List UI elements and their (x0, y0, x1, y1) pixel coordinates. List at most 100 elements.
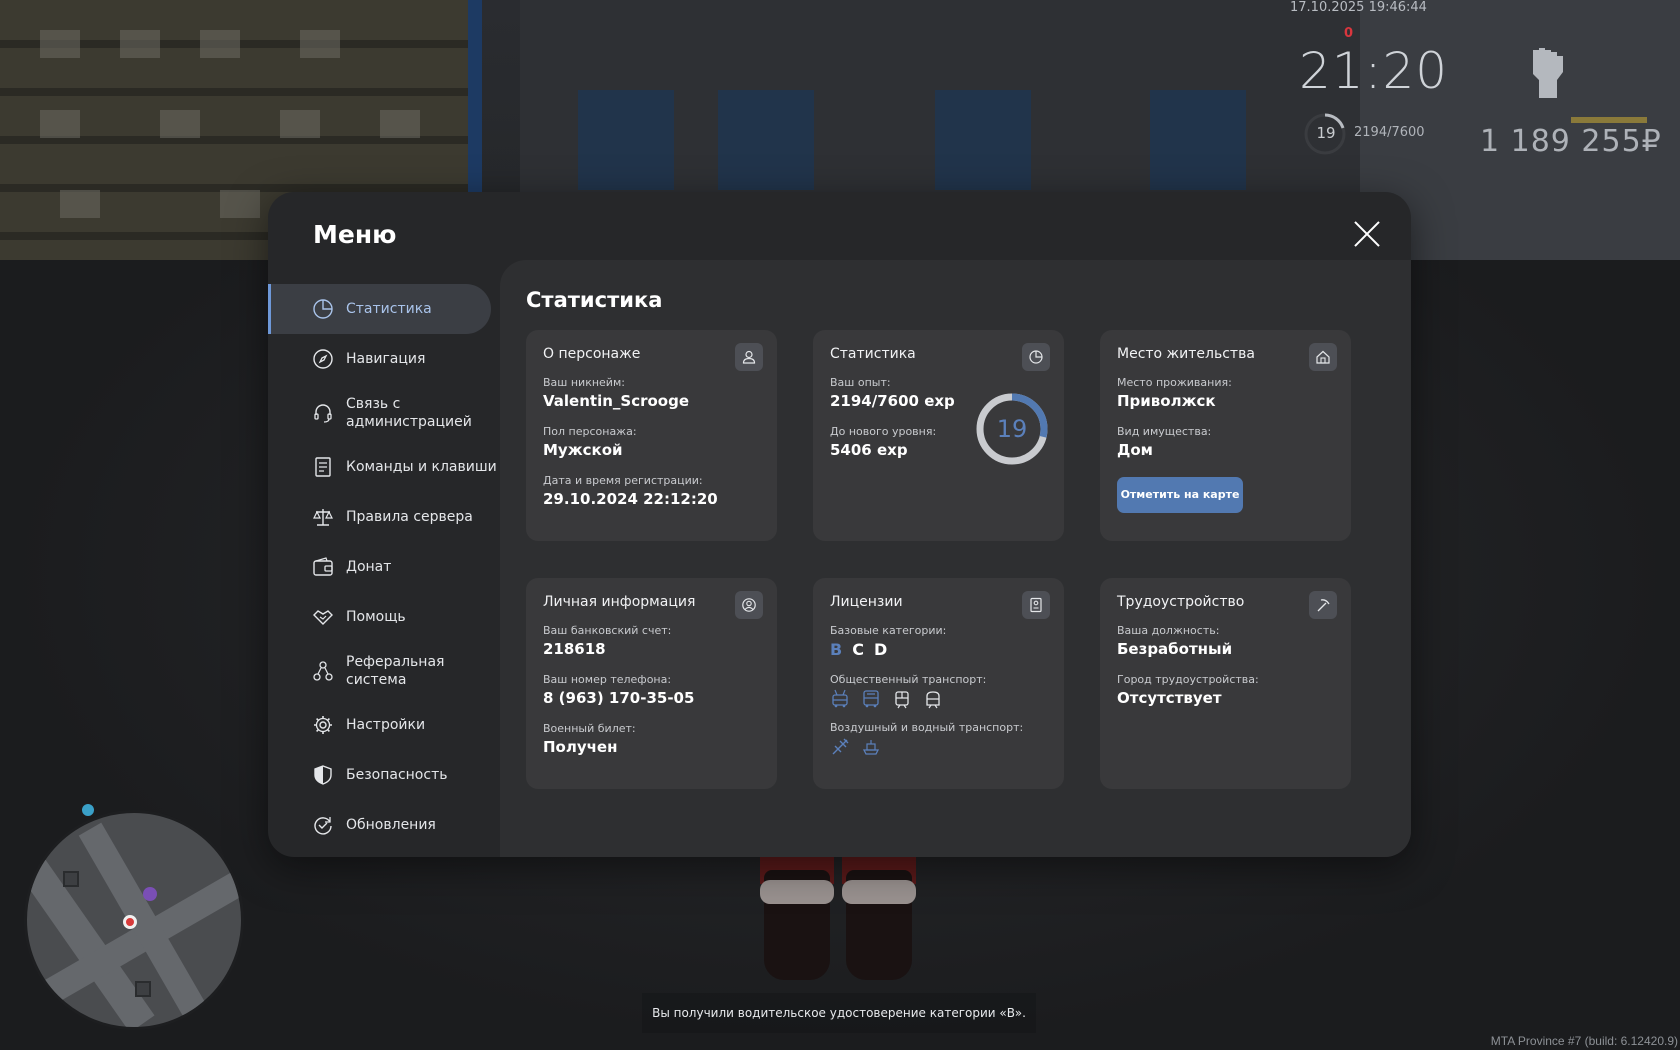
sidebar-item-navigation[interactable]: Навигация (268, 334, 500, 384)
sidebar-item-label: Статистика (346, 301, 432, 317)
user-icon (735, 343, 763, 371)
residence-label: Место проживания: (1117, 376, 1232, 389)
sidebar-item-label: Настройки (346, 717, 426, 733)
document-list-icon (312, 456, 334, 478)
gender-label: Пол персонажа: (543, 425, 637, 438)
license-category-b: B (830, 640, 843, 659)
hud-money-bar (1571, 117, 1647, 123)
phone-label: Ваш номер телефона: (543, 673, 672, 686)
compass-icon (312, 348, 334, 370)
nickname-value: Valentin_Scrooge (543, 392, 690, 410)
referral-nodes-icon (312, 660, 334, 682)
user-circle-icon (735, 591, 763, 619)
licenses-card: Лицензии Базовые категории: B C D Общест… (813, 578, 1064, 789)
hud-alert: 0 (1344, 26, 1354, 41)
job-city-value: Отсутствует (1117, 689, 1222, 707)
card-title: Личная информация (543, 594, 696, 610)
sidebar-item-admin-contact[interactable]: Связь с администрацией (268, 384, 500, 442)
build-info: MTA Province #7 (build: 6.12420.9) (1490, 1034, 1678, 1048)
position-value: Безработный (1117, 640, 1233, 658)
license-categories: B C D (830, 640, 1047, 659)
gear-icon (312, 714, 334, 736)
menu-title: Меню (313, 220, 397, 249)
public-transport-label: Общественный транспорт: (830, 673, 987, 686)
sidebar-item-donate[interactable]: Донат (268, 542, 500, 592)
menu-window: Меню Статистика Навигация Связь с админи… (268, 192, 1411, 857)
pie-chart-icon (312, 298, 334, 320)
sidebar-item-label: Безопасность (346, 767, 448, 783)
handshake-icon (312, 606, 334, 628)
sidebar-item-statistics[interactable]: Статистика (268, 284, 491, 334)
trolleybus-icon (832, 689, 848, 708)
refresh-check-icon (312, 814, 334, 836)
scales-icon (312, 506, 334, 528)
registration-value: 29.10.2024 22:12:20 (543, 490, 718, 508)
employment-card: Трудоустройство Ваша должность: Безработ… (1100, 578, 1351, 789)
wallet-icon (312, 556, 334, 578)
sidebar-item-rules[interactable]: Правила сервера (268, 492, 500, 542)
notification-bar: Вы получили водительское удостоверение к… (642, 993, 1036, 1033)
job-city-label: Город трудоустройства: (1117, 673, 1259, 686)
property-label: Вид имущества: (1117, 425, 1212, 438)
military-label: Военный билет: (543, 722, 636, 735)
card-title: Статистика (830, 346, 916, 362)
level-number: 19 (996, 415, 1028, 443)
sidebar-item-label: Помощь (346, 609, 406, 625)
gender-value: Мужской (543, 441, 623, 459)
hud-level: 19 (1316, 124, 1336, 142)
map-marker-icon (143, 887, 157, 901)
bank-label: Ваш банковский счет: (543, 624, 672, 637)
personal-info-card: Личная информация Ваш банковский счет: 2… (526, 578, 777, 789)
fist-icon (1533, 48, 1563, 98)
pickaxe-icon (1309, 591, 1337, 619)
player-marker-icon (123, 915, 137, 929)
property-value: Дом (1117, 441, 1153, 459)
statistics-card: Статистика Ваш опыт: 2194/7600 exp До но… (813, 330, 1064, 541)
sidebar-item-label: Навигация (346, 351, 426, 367)
close-icon[interactable] (1353, 220, 1381, 248)
tram-icon (895, 691, 909, 709)
shield-icon (312, 764, 334, 786)
sidebar-item-help[interactable]: Помощь (268, 592, 500, 642)
sidebar-item-label: Донат (346, 559, 392, 575)
nickname-label: Ваш никнейм: (543, 376, 625, 389)
sidebar: Статистика Навигация Связь с администрац… (268, 284, 500, 850)
bus-icon (863, 690, 879, 708)
air-water-transport-icons (830, 737, 1047, 757)
metro-icon (926, 691, 940, 709)
card-title: Лицензии (830, 594, 903, 610)
hud-exp: 2194/7600 (1354, 125, 1425, 140)
sidebar-item-label: Реферальная система (346, 654, 445, 688)
map-north-icon (80, 802, 96, 818)
mark-on-map-button[interactable]: Отметить на карте (1117, 477, 1243, 513)
pie-chart-icon (1022, 343, 1050, 371)
sidebar-item-updates[interactable]: Обновления (268, 800, 500, 850)
house-icon (1309, 343, 1337, 371)
position-label: Ваша должность: (1117, 624, 1220, 637)
bank-value: 218618 (543, 640, 606, 658)
registration-label: Дата и время регистрации: (543, 474, 703, 487)
card-title: Место жительства (1117, 346, 1255, 362)
sidebar-item-label: Обновления (346, 817, 436, 833)
minimap[interactable] (24, 810, 244, 1030)
character-card: О персонаже Ваш никнейм: Valentin_Scroog… (526, 330, 777, 541)
license-category-d: D (873, 640, 888, 659)
exp-label: Ваш опыт: (830, 376, 891, 389)
sidebar-item-settings[interactable]: Настройки (268, 700, 500, 750)
card-title: Трудоустройство (1117, 594, 1245, 610)
public-transport-icons (830, 689, 1047, 709)
sidebar-item-label: Правила сервера (346, 509, 473, 525)
sidebar-item-label: Связь с администрацией (346, 396, 472, 430)
hud-date: 17.10.2025 19:46:44 (1290, 0, 1427, 15)
page-title: Статистика (526, 288, 663, 312)
notification-text: Вы получили водительское удостоверение к… (652, 1006, 1026, 1020)
residence-value: Приволжск (1117, 392, 1216, 410)
sidebar-item-referral[interactable]: Реферальная система (268, 642, 500, 700)
sidebar-item-commands[interactable]: Команды и клавиши (268, 442, 500, 492)
content-panel: Статистика О персонаже Ваш никнейм: Vale… (500, 260, 1411, 857)
license-category-c: C (852, 640, 864, 659)
sidebar-item-label: Команды и клавиши (346, 459, 497, 475)
sidebar-item-security[interactable]: Безопасность (268, 750, 500, 800)
hud-money: 1 189 255₽ (1480, 124, 1662, 159)
id-card-icon (1022, 591, 1050, 619)
